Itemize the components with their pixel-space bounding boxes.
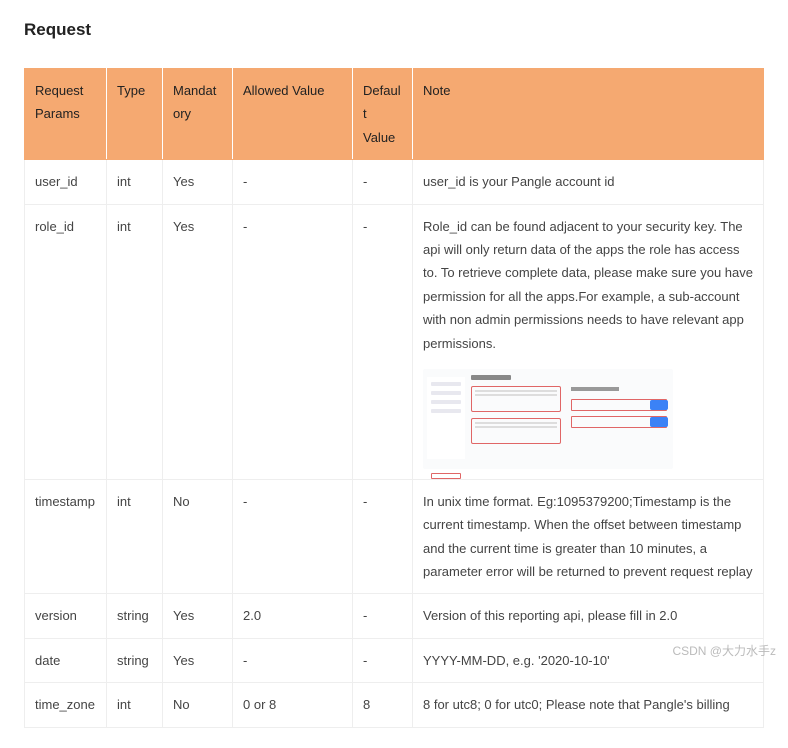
cell-type: int bbox=[107, 683, 163, 727]
table-header-row: Request Params Type Mandatory Allowed Va… bbox=[25, 69, 764, 160]
cell-param: timestamp bbox=[25, 479, 107, 594]
cell-allowed: - bbox=[233, 638, 353, 682]
table-row: user_id int Yes - - user_id is your Pang… bbox=[25, 160, 764, 204]
request-params-table: Request Params Type Mandatory Allowed Va… bbox=[24, 68, 764, 728]
cell-allowed: 0 or 8 bbox=[233, 683, 353, 727]
cell-note: YYYY-MM-DD, e.g. '2020-10-10' bbox=[413, 638, 764, 682]
cell-note: user_id is your Pangle account id bbox=[413, 160, 764, 204]
section-title: Request bbox=[24, 20, 764, 40]
cell-default: - bbox=[353, 204, 413, 479]
cell-mandatory: Yes bbox=[163, 638, 233, 682]
header-default: Default Value bbox=[353, 69, 413, 160]
cell-note: In unix time format. Eg:1095379200;Times… bbox=[413, 479, 764, 594]
cell-default: - bbox=[353, 594, 413, 638]
cell-allowed: - bbox=[233, 479, 353, 594]
cell-default: - bbox=[353, 479, 413, 594]
permissions-screenshot bbox=[423, 369, 673, 469]
cell-type: string bbox=[107, 638, 163, 682]
cell-type: int bbox=[107, 160, 163, 204]
table-row: date string Yes - - YYYY-MM-DD, e.g. '20… bbox=[25, 638, 764, 682]
cell-param: time_zone bbox=[25, 683, 107, 727]
cell-note: Version of this reporting api, please fi… bbox=[413, 594, 764, 638]
cell-default: - bbox=[353, 638, 413, 682]
cell-type: string bbox=[107, 594, 163, 638]
cell-default: 8 bbox=[353, 683, 413, 727]
cell-param: version bbox=[25, 594, 107, 638]
cell-default: - bbox=[353, 160, 413, 204]
header-type: Type bbox=[107, 69, 163, 160]
table-row: role_id int Yes - - Role_id can be found… bbox=[25, 204, 764, 479]
cell-mandatory: No bbox=[163, 479, 233, 594]
cell-mandatory: Yes bbox=[163, 160, 233, 204]
cell-mandatory: No bbox=[163, 683, 233, 727]
cell-mandatory: Yes bbox=[163, 594, 233, 638]
table-row: timestamp int No - - In unix time format… bbox=[25, 479, 764, 594]
cell-type: int bbox=[107, 479, 163, 594]
cell-mandatory: Yes bbox=[163, 204, 233, 479]
cell-param: role_id bbox=[25, 204, 107, 479]
cell-note: Role_id can be found adjacent to your se… bbox=[413, 204, 764, 479]
table-row: time_zone int No 0 or 8 8 8 for utc8; 0 … bbox=[25, 683, 764, 727]
cell-note: 8 for utc8; 0 for utc0; Please note that… bbox=[413, 683, 764, 727]
cell-allowed: - bbox=[233, 204, 353, 479]
header-allowed: Allowed Value bbox=[233, 69, 353, 160]
cell-allowed: 2.0 bbox=[233, 594, 353, 638]
cell-param: date bbox=[25, 638, 107, 682]
header-note: Note bbox=[413, 69, 764, 160]
table-row: version string Yes 2.0 - Version of this… bbox=[25, 594, 764, 638]
cell-type: int bbox=[107, 204, 163, 479]
header-params: Request Params bbox=[25, 69, 107, 160]
note-text: Role_id can be found adjacent to your se… bbox=[423, 219, 753, 351]
header-mandatory: Mandatory bbox=[163, 69, 233, 160]
cell-allowed: - bbox=[233, 160, 353, 204]
cell-param: user_id bbox=[25, 160, 107, 204]
